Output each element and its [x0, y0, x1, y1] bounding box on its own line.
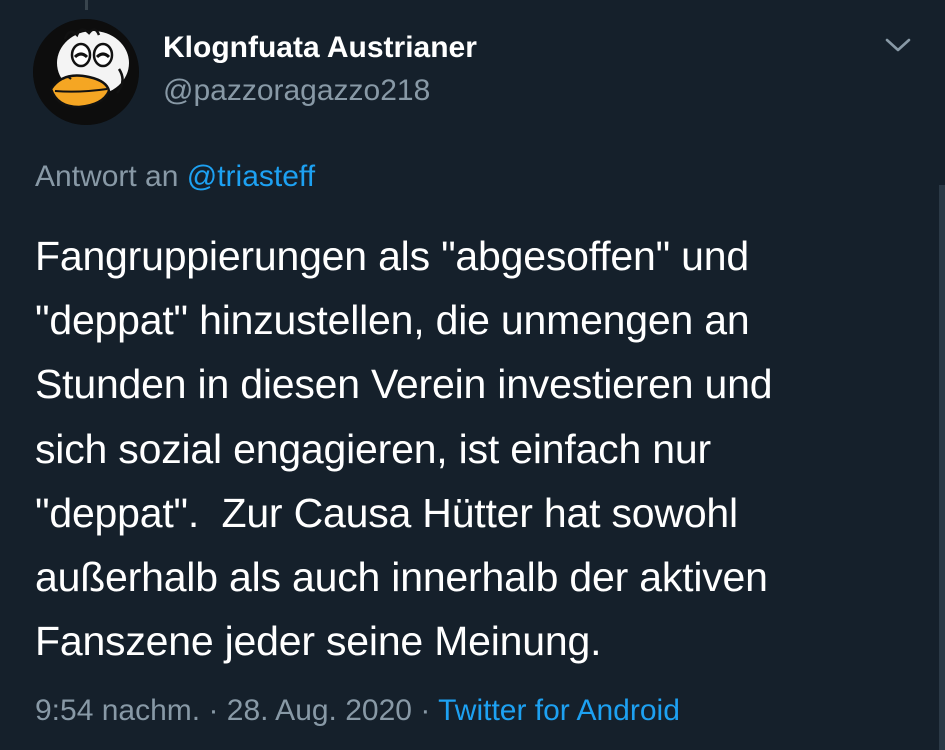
- tweet-text-line: "deppat" hinzustellen, die unmengen an: [35, 297, 750, 344]
- tweet-source-link[interactable]: Twitter for Android: [438, 694, 680, 727]
- reply-prefix: Antwort an: [35, 160, 179, 193]
- meta-separator: ·: [420, 694, 431, 727]
- avatar[interactable]: [33, 19, 139, 125]
- tweet-date[interactable]: 28. Aug. 2020: [227, 694, 412, 727]
- scrollbar[interactable]: [939, 185, 945, 750]
- donald-duck-avatar-icon: [33, 19, 139, 125]
- tweet-text-line: Stunden in diesen Verein investieren und: [35, 361, 773, 408]
- tweet-text-line: Fangruppierungen als "abgesoffen" und: [35, 233, 749, 279]
- tweet-meta: 9:54 nachm. · 28. Aug. 2020 · Twitter fo…: [35, 694, 680, 728]
- tweet-text-line: außerhalb als auch innerhalb der aktiven: [35, 554, 768, 601]
- tweet-text-line: "deppat". Zur Causa Hütter hat sowohl: [35, 489, 738, 536]
- reply-context: Antwort an @triasteff: [35, 160, 315, 194]
- user-handle[interactable]: @pazzoragazzo218: [163, 74, 430, 108]
- tweet-text: Fangruppierungen als "abgesoffen" und "d…: [35, 224, 935, 673]
- reply-mention-link[interactable]: @triasteff: [187, 160, 315, 193]
- chevron-down-icon: [885, 38, 911, 52]
- meta-separator: ·: [208, 694, 219, 727]
- thread-connector-line: [85, 0, 88, 10]
- tweet-text-line: Fanszene jeder seine Meinung.: [35, 618, 602, 665]
- tweet-menu-button[interactable]: [883, 30, 913, 60]
- tweet-time[interactable]: 9:54 nachm.: [35, 694, 200, 727]
- display-name[interactable]: Klognfuata Austrianer: [163, 31, 477, 65]
- tweet-text-line: sich sozial engagieren, ist einfach nur: [35, 425, 711, 472]
